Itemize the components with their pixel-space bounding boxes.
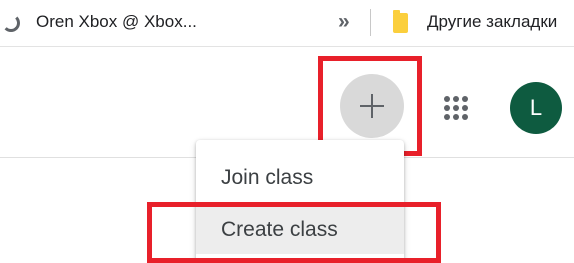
bookmarks-overflow-button[interactable]: »: [338, 10, 350, 34]
other-bookmarks[interactable]: Другие закладки: [427, 12, 557, 32]
apps-grid-icon: [444, 96, 468, 120]
bookmarks-divider: [0, 46, 574, 47]
add-class-button[interactable]: [340, 74, 404, 138]
screenshot-root: Oren Xbox @ Xbox... » Другие закладки L …: [0, 0, 574, 263]
google-apps-button[interactable]: [436, 88, 476, 128]
avatar[interactable]: L: [510, 82, 562, 134]
menu-item-join-class[interactable]: Join class: [196, 154, 404, 202]
bookmarks-separator: [370, 9, 371, 36]
folder-icon[interactable]: [393, 10, 408, 33]
bookmark-xbox[interactable]: Oren Xbox @ Xbox...: [36, 12, 197, 32]
menu-item-create-class[interactable]: Create class: [196, 206, 404, 254]
circular-arrow-icon[interactable]: [2, 14, 20, 32]
bookmarks-bar: Oren Xbox @ Xbox... » Другие закладки: [0, 0, 574, 46]
add-class-menu: Join class Create class: [196, 140, 404, 263]
plus-icon: [360, 94, 384, 118]
